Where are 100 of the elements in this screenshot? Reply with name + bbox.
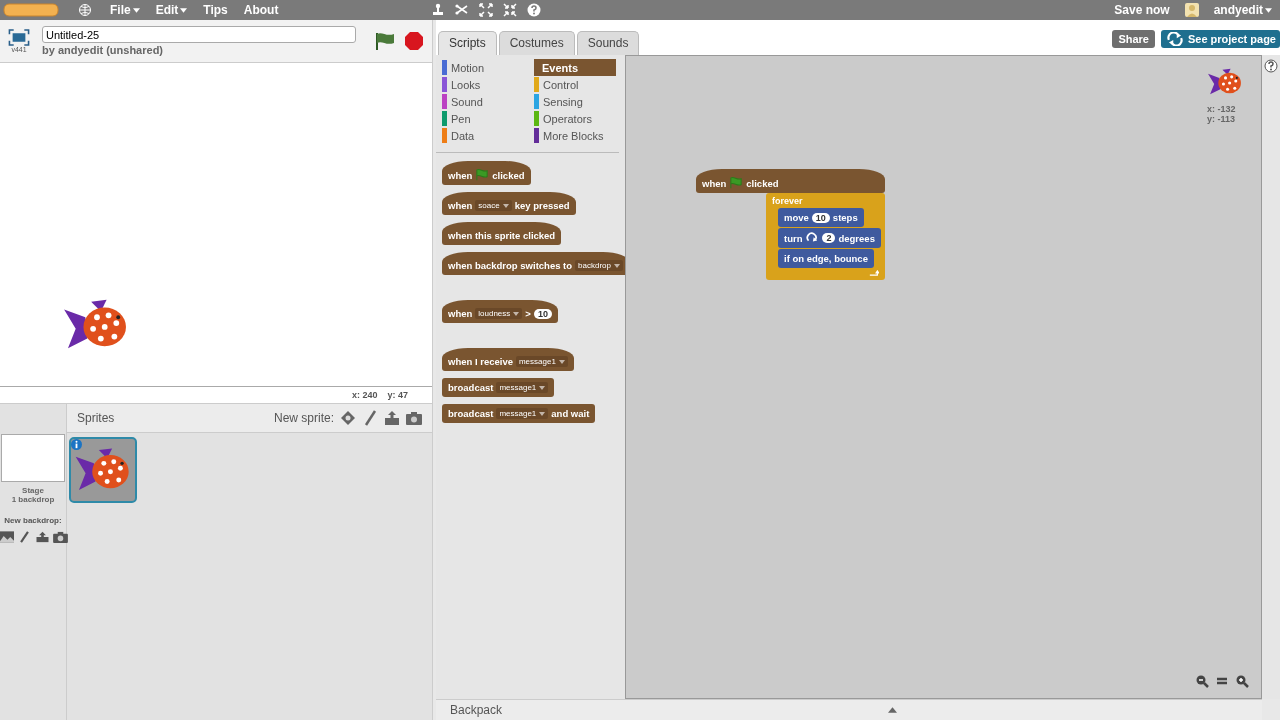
- zoom-in-icon[interactable]: [1235, 674, 1249, 688]
- see-project-page-button[interactable]: See project page: [1160, 29, 1280, 48]
- category-button[interactable]: Control: [534, 76, 616, 93]
- hat-block[interactable]: when clicked: [442, 161, 531, 185]
- block-text: forever: [771, 196, 804, 206]
- sprite-library-icon[interactable]: [340, 410, 356, 426]
- menu-button[interactable]: Edit: [147, 3, 196, 17]
- dropdown-menu[interactable]: message1: [496, 382, 549, 393]
- expand-arrow-icon[interactable]: [888, 707, 898, 713]
- stage-thumbnail[interactable]: [1, 434, 65, 482]
- caret-icon: [614, 263, 620, 268]
- block-text: when I receive: [448, 356, 513, 367]
- hat-block[interactable]: when soace key pressed: [442, 192, 576, 215]
- category-button[interactable]: Pen: [442, 110, 532, 127]
- help-icon[interactable]: [527, 3, 542, 17]
- dropdown-menu[interactable]: loudness: [475, 308, 523, 319]
- block-text: steps: [832, 212, 858, 223]
- help-icon[interactable]: [1264, 59, 1278, 73]
- upload-icon[interactable]: [384, 410, 400, 426]
- camera-icon[interactable]: [406, 410, 422, 426]
- backpack-bar[interactable]: Backpack: [436, 699, 1262, 720]
- flag-icon: [475, 169, 490, 181]
- stage-label: Stage: [22, 486, 44, 495]
- motion-block[interactable]: if on edge, bounce: [778, 249, 874, 268]
- hat-block[interactable]: when clicked: [696, 169, 885, 193]
- category-button[interactable]: Looks: [442, 76, 532, 93]
- hat-block[interactable]: when I receive message1: [442, 348, 574, 371]
- dropdown-menu[interactable]: backdrop: [575, 260, 623, 271]
- save-now-button[interactable]: Save now: [1106, 3, 1178, 17]
- info-icon[interactable]: [71, 439, 82, 450]
- sprite-y-text: y: -113: [1207, 114, 1237, 124]
- new-sprite-label: New sprite:: [273, 411, 334, 425]
- scissors-icon[interactable]: [455, 3, 470, 17]
- tab[interactable]: Scripts: [438, 31, 497, 55]
- block-text: clicked: [746, 177, 779, 189]
- block-text: when backdrop switches to: [448, 260, 573, 271]
- paintbrush-icon[interactable]: [362, 410, 378, 426]
- block-text: move: [784, 212, 809, 223]
- block-text: when: [702, 177, 727, 189]
- share-button[interactable]: Share: [1112, 29, 1155, 48]
- category-button[interactable]: Sensing: [534, 93, 616, 110]
- block-text: when: [448, 200, 473, 211]
- sprite-thumbnail[interactable]: [69, 437, 137, 503]
- motion-block[interactable]: move 10 steps: [778, 208, 864, 227]
- stamp-icon[interactable]: [431, 3, 446, 17]
- stop-icon[interactable]: [404, 31, 424, 51]
- backpack-label: Backpack: [450, 703, 503, 717]
- category-button[interactable]: Data: [442, 127, 532, 144]
- number-input[interactable]: 10: [533, 308, 552, 319]
- backdrop-count: 1 backdrop: [11, 495, 55, 504]
- globe-icon[interactable]: [78, 3, 92, 17]
- command-block[interactable]: broadcast message1: [442, 378, 555, 397]
- block-text: key pressed: [514, 200, 570, 211]
- scripts-area[interactable]: when clicked forever move 10 steps turn 2 degrees if on edge, bounce x: -132 y: -113: [625, 55, 1262, 699]
- camera-icon[interactable]: [52, 531, 68, 543]
- rotate-icon: [805, 232, 820, 244]
- tab[interactable]: Costumes: [498, 31, 575, 55]
- project-title-field[interactable]: Untitled-25: [42, 26, 356, 43]
- category-button[interactable]: Motion: [442, 59, 532, 76]
- block-text: clicked: [492, 169, 525, 181]
- hat-block[interactable]: when this sprite clicked: [442, 222, 562, 245]
- grow-icon[interactable]: [479, 3, 494, 17]
- sprite-x-text: x: -132: [1207, 104, 1237, 114]
- caret-icon: [180, 7, 188, 13]
- block-text: degrees: [838, 232, 875, 244]
- category-button[interactable]: More Blocks: [534, 127, 616, 144]
- user-menu[interactable]: andyedit: [1205, 3, 1280, 17]
- block-text: if on edge, bounce: [784, 253, 868, 264]
- category-button[interactable]: Operators: [534, 110, 616, 127]
- hat-block[interactable]: when loudness > 10: [442, 300, 558, 323]
- category-button[interactable]: Events: [534, 59, 616, 76]
- menu-link[interactable]: Tips: [195, 3, 236, 17]
- block-text: when: [448, 308, 473, 319]
- command-block[interactable]: broadcast message1 and wait: [442, 404, 596, 423]
- shrink-icon[interactable]: [503, 3, 518, 17]
- landscape-icon[interactable]: [0, 531, 14, 543]
- number-input[interactable]: 2: [822, 233, 836, 243]
- tab[interactable]: Sounds: [576, 31, 640, 55]
- menu-link[interactable]: About: [235, 3, 287, 17]
- caret-icon: [558, 359, 565, 364]
- category-button[interactable]: Sound: [442, 93, 532, 110]
- avatar-icon[interactable]: [1183, 2, 1200, 18]
- block-text: and wait: [551, 408, 590, 419]
- flag-icon[interactable]: [374, 31, 396, 51]
- motion-block[interactable]: turn 2 degrees: [778, 228, 881, 248]
- zoom-out-icon[interactable]: [1195, 674, 1209, 688]
- dropdown-menu[interactable]: message1: [496, 408, 549, 419]
- new-backdrop-label: New backdrop:: [4, 516, 62, 525]
- swap-arrows-icon: [1164, 31, 1185, 46]
- upload-icon[interactable]: [34, 531, 50, 543]
- caret-icon: [539, 385, 546, 390]
- dropdown-menu[interactable]: soace: [475, 200, 512, 211]
- dropdown-menu[interactable]: message1: [515, 356, 568, 367]
- block-text: broadcast: [448, 382, 494, 393]
- block-text: >: [525, 308, 531, 319]
- author-text: by andyedit (unshared): [42, 44, 165, 56]
- fullscreen-icon[interactable]: [8, 29, 30, 46]
- menu-button[interactable]: File: [102, 3, 148, 17]
- number-input[interactable]: 10: [811, 212, 830, 223]
- forever-block[interactable]: forever move 10 steps turn 2 degrees if on edge, bounce: [766, 193, 885, 280]
